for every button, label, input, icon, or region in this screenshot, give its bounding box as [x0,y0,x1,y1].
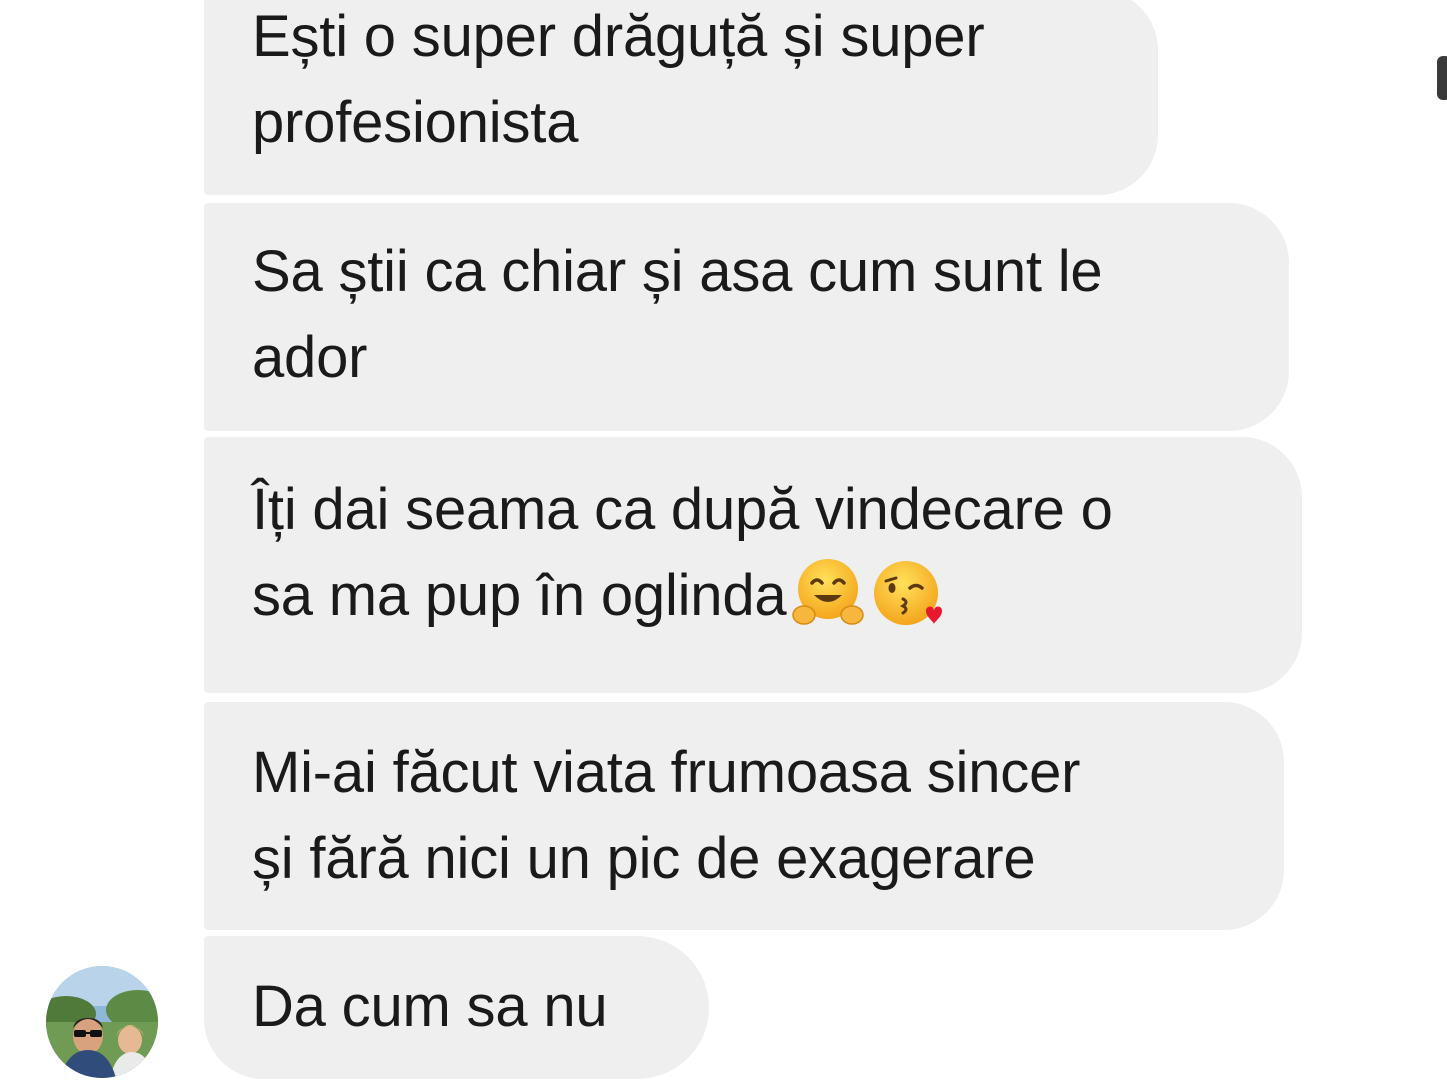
message-line: și fără nici un pic de exagerare [252,826,1036,891]
message-line: Sa știi ca chiar și asa cum sunt le [252,239,1103,304]
kissing-heart-face-icon [874,561,943,625]
message-line: Da cum sa nu [252,974,608,1039]
message-bubble-5[interactable]: Da cum sa nu [204,936,709,1079]
message-bubble-4[interactable]: Mi-ai făcut viata frumoasa sincer și făr… [204,702,1284,930]
message-line: sa ma pup în oglinda [252,563,787,628]
avatar-photo [46,966,158,1078]
message-bubble-2[interactable]: Sa știi ca chiar și asa cum sunt le ador [204,203,1289,431]
message-text: Îți dai seama ca după vindecare o sa ma … [252,467,1113,639]
sender-avatar[interactable] [46,966,158,1078]
message-text: Sa știi ca chiar și asa cum sunt le ador [252,229,1103,401]
message-text: Ești o super drăguță și super profesioni… [252,0,985,166]
message-bubble-3[interactable]: Îți dai seama ca după vindecare o sa ma … [204,437,1302,693]
message-text: Mi-ai făcut viata frumoasa sincer și făr… [252,730,1080,902]
message-bubble-1[interactable]: Ești o super drăguță și super profesioni… [204,0,1158,195]
message-line-with-emoji: sa ma pup în oglinda [252,553,1113,639]
message-line: ador [252,325,368,390]
message-thread: Ești o super drăguță și super profesioni… [0,0,1447,1087]
message-line: Ești o super drăguță și super [252,4,985,69]
scroll-handle[interactable] [1437,56,1447,100]
message-line: Îți dai seama ca după vindecare o [252,477,1113,542]
message-line: profesionista [252,90,579,155]
message-line: Mi-ai făcut viata frumoasa sincer [252,740,1081,805]
hugging-face-icon [792,559,865,625]
message-text: Da cum sa nu [252,964,608,1050]
